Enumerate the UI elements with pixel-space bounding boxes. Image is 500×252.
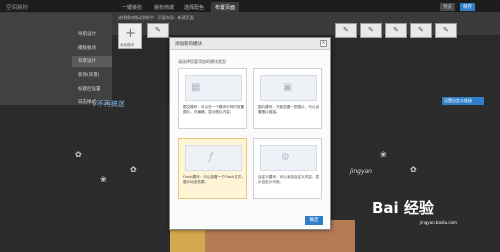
- tab-one-click-dress[interactable]: 一键装扮: [118, 2, 146, 13]
- module-option-custom[interactable]: ⚙ 自定义模块：可以添加自定义内容，显示自定义代码。: [253, 138, 322, 199]
- app-logo: 空间装扮: [6, 5, 29, 11]
- jingyan-text: jingyan: [350, 168, 372, 175]
- watermark-brand: Bai 经验: [372, 199, 434, 217]
- module-preview: ▣: [260, 75, 317, 101]
- module-description: Flash模块：可以放置一个Flash文件，展示动态效果。: [183, 175, 245, 184]
- module-option-flash[interactable]: ƒ Flash模块：可以放置一个Flash文件，展示动态效果。: [178, 138, 247, 199]
- module-preview: ▦: [185, 75, 242, 101]
- sidebar-item-decor[interactable]: 装饰(背景): [72, 70, 112, 81]
- module-thumb[interactable]: ✎: [410, 23, 432, 38]
- custom-link-button[interactable]: 设置自定义链接: [442, 97, 484, 105]
- dialog-title: 添加新的模块: [170, 38, 330, 50]
- close-icon[interactable]: ×: [320, 40, 327, 47]
- flower-icon: ✿: [75, 150, 82, 159]
- edit-icon: ✎: [418, 26, 424, 34]
- module-description: 图文模块：可以在一个模块中同时放置图片，可编辑，显示图片内容。: [183, 105, 245, 114]
- module-thumb[interactable]: ✎: [335, 23, 357, 38]
- module-thumb[interactable]: ✎: [435, 23, 457, 38]
- flower-icon: ✿: [410, 165, 417, 174]
- toolbar-tip: 选择模块拖动到框中 · 页面布局 · 新建页面: [118, 15, 194, 20]
- preview-button[interactable]: 预览: [440, 3, 455, 11]
- sidebar-item-nav[interactable]: 导航设计: [72, 29, 112, 40]
- edit-icon: ✎: [443, 26, 449, 34]
- flower-icon: ❀: [380, 150, 387, 159]
- save-button[interactable]: 保存: [460, 3, 475, 11]
- tab-layout[interactable]: 布置页面: [211, 2, 240, 13]
- flower-icon: ✿: [130, 165, 137, 174]
- confirm-button[interactable]: 确定: [305, 216, 323, 225]
- add-module-label: 添加模块: [120, 43, 134, 47]
- module-thumb[interactable]: ✎: [147, 23, 169, 38]
- flash-icon: ƒ: [209, 152, 213, 163]
- tab-color[interactable]: 选择配色: [180, 2, 208, 13]
- image-icon: ▣: [283, 82, 293, 93]
- page-photo: [170, 228, 210, 252]
- edit-icon: ✎: [393, 26, 399, 34]
- sidebar-item-template[interactable]: 模板板块: [72, 43, 112, 54]
- edit-icon: ✎: [368, 26, 374, 34]
- module-preview: ƒ: [185, 145, 242, 171]
- add-module-tile[interactable]: + 添加模块: [118, 23, 142, 49]
- module-option-image[interactable]: ▣ 图片模块：只能放置一张图片，可以设置图片链接。: [253, 68, 322, 129]
- edit-icon: ✎: [155, 26, 161, 34]
- module-description: 图片模块：只能放置一张图片，可以设置图片链接。: [258, 105, 320, 114]
- module-preview: ⚙: [260, 145, 317, 171]
- module-description: 自定义模块：可以添加自定义内容，显示自定义代码。: [258, 175, 320, 184]
- plus-icon: +: [125, 26, 136, 41]
- dialog-prompt: 请选择您要添加的模块类型: [178, 59, 226, 64]
- watermark-url: jingyan.baidu.com: [420, 220, 457, 225]
- top-bar: 空间装扮 一键装扮 装扮商城 选择配色 布置页面 预览 保存: [0, 0, 500, 13]
- add-module-dialog: 添加新的模块 × 请选择您要添加的模块类型 ▦ 图文模块：可以在一个模块中同时放…: [169, 37, 331, 230]
- module-option-image-text[interactable]: ▦ 图文模块：可以在一个模块中同时放置图片，可编辑，显示图片内容。: [178, 68, 247, 129]
- module-thumb[interactable]: ✎: [360, 23, 382, 38]
- sidebar-item-titlebar[interactable]: 标题栏设置: [72, 84, 112, 95]
- image-text-icon: ▦: [191, 82, 201, 93]
- site-name: V不再搞迷: [92, 100, 125, 108]
- gears-icon: ⚙: [281, 152, 290, 163]
- flower-icon: ❀: [100, 175, 107, 184]
- module-thumb[interactable]: ✎: [385, 23, 407, 38]
- sidebar: 导航设计 模板板块 背景设计 装饰(背景) 标题栏设置 日志样式: [0, 13, 112, 105]
- sidebar-item-background[interactable]: 背景设计: [72, 56, 112, 67]
- edit-icon: ✎: [343, 26, 349, 34]
- tab-mall[interactable]: 装扮商城: [150, 2, 178, 13]
